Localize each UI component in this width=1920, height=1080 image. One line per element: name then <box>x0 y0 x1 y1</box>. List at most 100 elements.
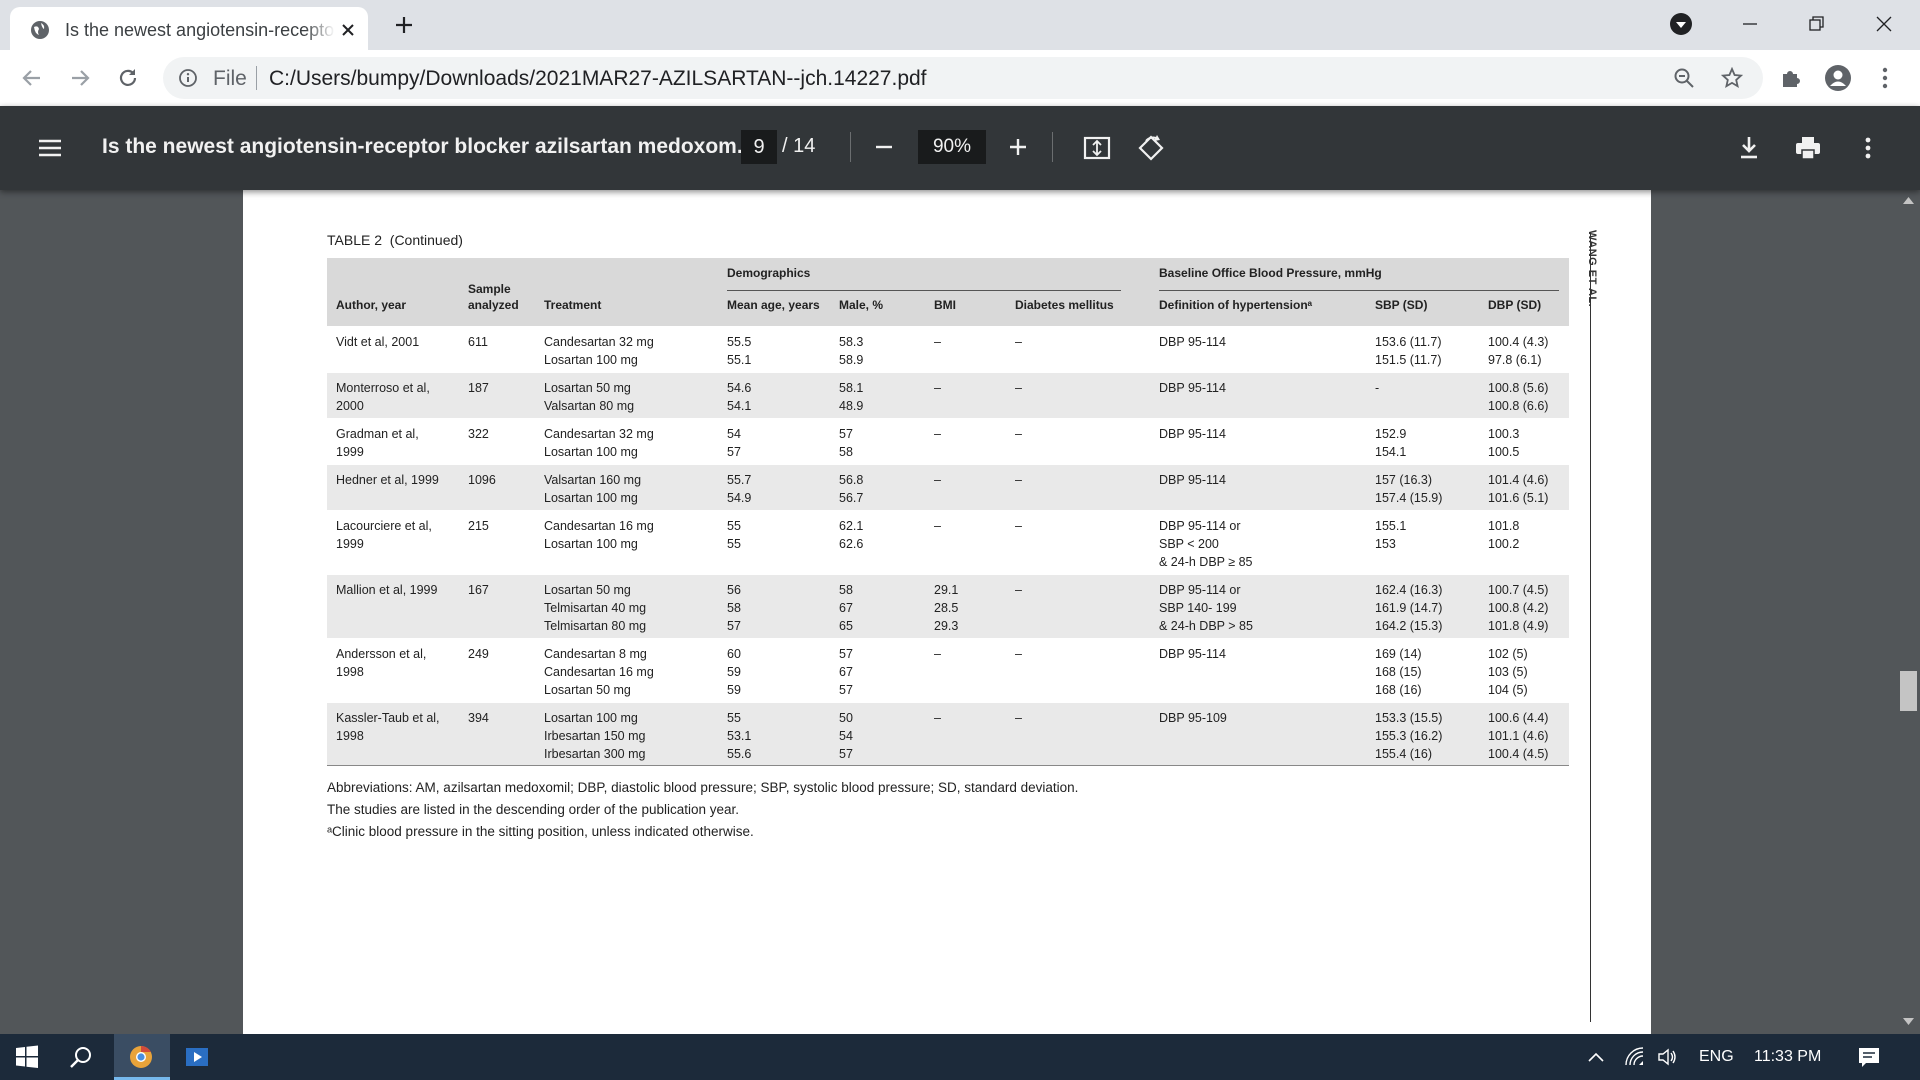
cell-diabetes: – <box>1015 519 1022 533</box>
print-icon[interactable] <box>1793 133 1823 163</box>
cell-male: 56.8 56.7 <box>839 473 864 505</box>
plus-icon[interactable] <box>392 13 416 37</box>
cell-age: 55 53.1 55.6 <box>727 711 752 761</box>
cell-diabetes: – <box>1015 427 1022 441</box>
tab-title: Is the newest angiotensin-receptor block… <box>65 20 335 41</box>
fit-page-icon[interactable] <box>1082 133 1112 163</box>
account-icon[interactable] <box>1824 64 1852 92</box>
cell-sample: 1096 <box>468 473 496 487</box>
scroll-down-arrow-icon[interactable] <box>1903 1018 1914 1026</box>
pdf-viewer[interactable]: WANG ET AL. TABLE 2 (Continued) Demograp… <box>0 190 1920 1034</box>
col-male: Male, % <box>839 298 884 312</box>
cell-bmi: – <box>934 711 941 725</box>
table-caption-label: TABLE 2 <box>327 232 382 248</box>
browser-toolbar: File C:/Users/bumpy/Downloads/2021MAR27-… <box>0 50 1920 107</box>
search-icon[interactable] <box>68 1044 94 1070</box>
cell-sample: 167 <box>468 583 489 597</box>
cell-diabetes: – <box>1015 381 1022 395</box>
tab-strip: Is the newest angiotensin-receptor block… <box>0 0 1920 50</box>
page-number-input[interactable]: 9 <box>741 130 777 164</box>
info-icon[interactable] <box>178 68 198 88</box>
cell-diabetes: – <box>1015 473 1022 487</box>
input-language[interactable]: ENG <box>1699 1048 1734 1066</box>
more-actions-icon[interactable] <box>1853 133 1883 163</box>
download-icon[interactable] <box>1734 133 1764 163</box>
zoom-plus-icon[interactable] <box>1006 135 1030 159</box>
cell-author: Monterroso et al, 2000 <box>336 381 430 413</box>
cell-definition: DBP 95-114 <box>1159 381 1226 395</box>
restore-icon[interactable] <box>1802 10 1830 38</box>
zoom-level-input[interactable]: 90% <box>918 130 986 164</box>
cell-male: 58.3 58.9 <box>839 335 864 367</box>
cell-sample: 187 <box>468 381 489 395</box>
rotate-icon[interactable] <box>1136 133 1166 163</box>
cell-male: 62.1 62.6 <box>839 519 864 551</box>
taskbar-media-player[interactable] <box>170 1034 226 1080</box>
cell-dbp: 100.4 (4.3) 97.8 (6.1) <box>1488 335 1549 367</box>
cell-sbp: 152.9 154.1 <box>1375 427 1407 459</box>
cell-sbp: 153.3 (15.5) 155.3 (16.2) 155.4 (16) <box>1375 711 1443 761</box>
cell-sbp: 157 (16.3) 157.4 (15.9) <box>1375 473 1443 505</box>
toolbar-divider <box>850 132 851 162</box>
chevron-up-icon[interactable] <box>1585 1046 1607 1068</box>
back-arrow-icon[interactable] <box>18 64 46 92</box>
table-row: Gradman et al, 1999 322 Candesartan 32 mg … <box>327 418 1569 464</box>
cell-definition: DBP 95-114 <box>1159 647 1226 661</box>
cell-definition: DBP 95-114 <box>1159 427 1226 441</box>
cell-age: 54 57 <box>727 427 741 459</box>
table-bottom-rule <box>327 765 1569 766</box>
forward-arrow-icon[interactable] <box>66 64 94 92</box>
cell-sample: 249 <box>468 647 489 661</box>
zoom-minus-icon[interactable] <box>872 135 896 159</box>
extensions-puzzle-icon[interactable] <box>1777 64 1805 92</box>
zoom-out-magnifier-icon[interactable] <box>1673 67 1695 89</box>
window-close-icon[interactable] <box>1870 10 1898 38</box>
minimize-icon[interactable] <box>1736 10 1764 38</box>
group-rule <box>1159 290 1559 291</box>
table-row: Kassler-Taub et al, 1998 394 Losartan 100 … <box>327 702 1569 766</box>
cell-treatment: Losartan 50 mg Valsartan 80 mg <box>544 381 635 413</box>
globe-icon <box>31 21 49 39</box>
cell-author: Kassler-Taub et al, 1998 <box>336 711 440 743</box>
vertical-scrollbar[interactable] <box>1897 190 1920 1034</box>
cell-dbp: 100.7 (4.5) 100.8 (4.2) 101.8 (4.9) <box>1488 583 1549 633</box>
wifi-icon[interactable] <box>1624 1046 1646 1068</box>
cell-diabetes: – <box>1015 647 1022 661</box>
cell-treatment: Losartan 100 mg Irbesartan 150 mg Irbesa… <box>544 711 646 761</box>
address-bar[interactable]: File C:/Users/bumpy/Downloads/2021MAR27-… <box>163 57 1763 99</box>
taskbar-chrome[interactable] <box>114 1034 170 1080</box>
notification-icon[interactable] <box>1857 1045 1881 1069</box>
close-icon[interactable] <box>338 20 358 40</box>
cell-age: 55.7 54.9 <box>727 473 752 505</box>
table-note: Abbreviations: AM, azilsartan medoxomil;… <box>327 780 1079 795</box>
col-age: Mean age, years <box>727 298 820 312</box>
cell-author: Gradman et al, 1999 <box>336 427 419 459</box>
table-note: ᵃClinic blood pressure in the sitting po… <box>327 824 754 839</box>
hamburger-menu-icon[interactable] <box>36 134 64 162</box>
cell-author: Andersson et al, 1998 <box>336 647 427 679</box>
scrollbar-thumb[interactable] <box>1900 671 1917 711</box>
windows-taskbar: ENG 11:33 PM <box>0 1034 1920 1080</box>
table-row: Lacourciere et al, 1999 215 Candesartan 16… <box>327 510 1569 574</box>
col-sample-line2: analyzed <box>468 298 519 312</box>
windows-start-icon[interactable] <box>14 1044 40 1070</box>
cell-male: 50 54 57 <box>839 711 853 761</box>
url-text[interactable]: C:/Users/bumpy/Downloads/2021MAR27-AZILS… <box>269 67 927 91</box>
cell-male: 58.1 48.9 <box>839 381 864 413</box>
cell-dbp: 101.4 (4.6) 101.6 (5.1) <box>1488 473 1549 505</box>
cell-treatment: Candesartan 16 mg Losartan 100 mg <box>544 519 654 551</box>
kebab-menu-icon[interactable] <box>1871 64 1899 92</box>
clock[interactable]: 11:33 PM <box>1754 1048 1821 1066</box>
volume-icon[interactable] <box>1656 1046 1678 1068</box>
profile-dropdown-icon[interactable] <box>1667 10 1695 38</box>
col-sample-line1: Sample <box>468 282 511 296</box>
scroll-up-arrow-icon[interactable] <box>1903 196 1914 204</box>
group-header-baseline: Baseline Office Blood Pressure, mmHg <box>1159 266 1382 280</box>
browser-tab[interactable]: Is the newest angiotensin-receptor block… <box>10 7 368 50</box>
table-row: Andersson et al, 1998 249 Candesartan 8 mg… <box>327 638 1569 702</box>
cell-definition: DBP 95-114 <box>1159 335 1226 349</box>
star-icon[interactable] <box>1721 67 1743 89</box>
page-margin-rule <box>1590 232 1591 1022</box>
cell-male: 57 67 57 <box>839 647 853 697</box>
reload-icon[interactable] <box>114 64 142 92</box>
